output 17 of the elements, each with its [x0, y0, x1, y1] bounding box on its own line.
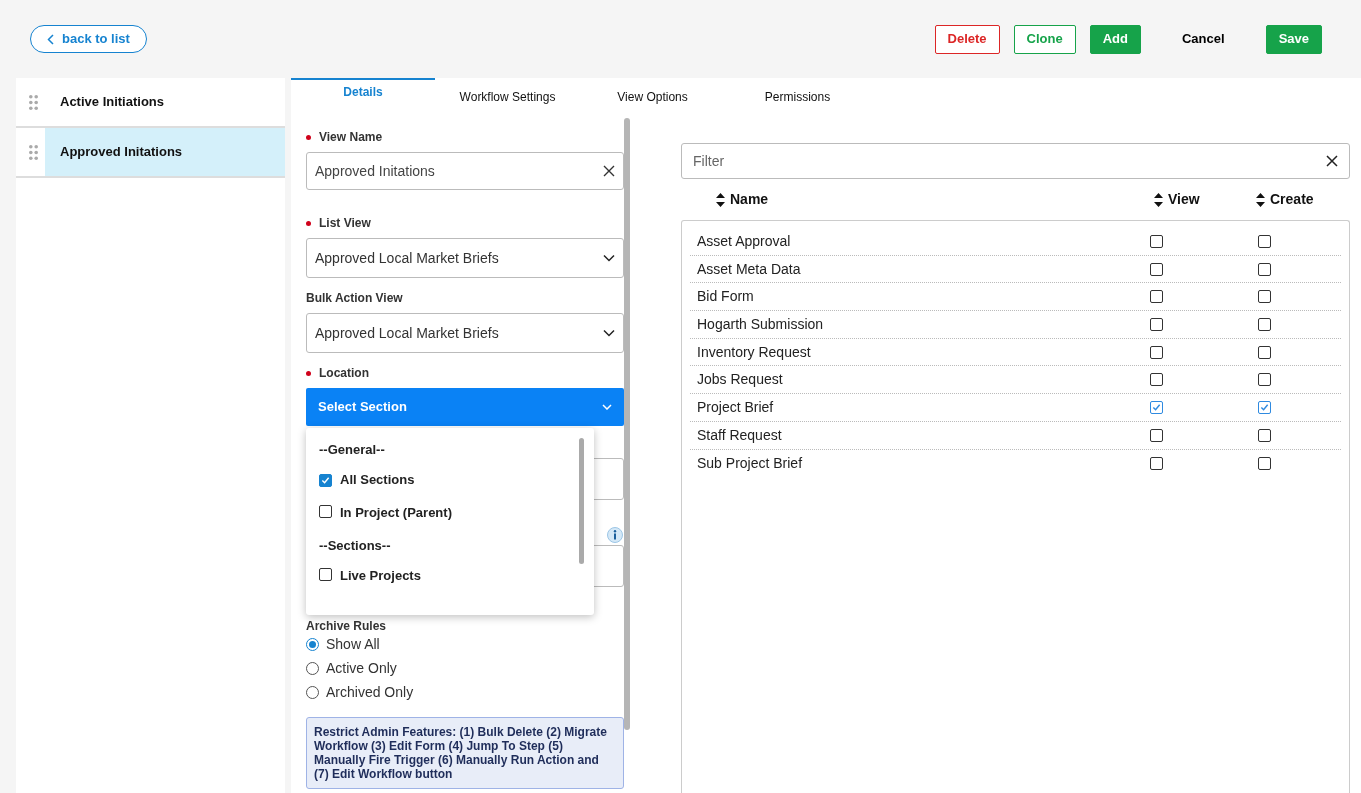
- group-label: --General--: [319, 441, 386, 459]
- group-label: --Sections--: [319, 537, 392, 555]
- field-label: View Name: [319, 129, 383, 146]
- field-label: Archive Rules: [306, 619, 387, 633]
- table-cell-text: Project Brief: [696, 397, 775, 417]
- table-cell-text: Jobs Request: [696, 370, 784, 390]
- field-label: List View: [319, 215, 371, 232]
- table-cell-text: Inventory Request: [696, 342, 812, 362]
- table-cell-text: Staff Request: [696, 425, 783, 445]
- table-cell-text: Sub Project Brief: [696, 453, 804, 473]
- table-cell-text: Bid Form: [696, 287, 755, 307]
- table-cell-text: Hogarth Submission: [696, 314, 825, 334]
- table-cell-text: Asset Approval: [696, 231, 792, 251]
- notice-box: Restrict Admin Features: (1) Bulk Delete (2) Migrate Workflow (3) Edit Form (4) Jump To Step (5) Manually Fire Trigger (6) Manually Run Action and (7) Edit Workflow button: [306, 717, 624, 789]
- field-label: Location: [319, 365, 369, 382]
- field-label: Bulk Action View: [306, 290, 403, 307]
- table-cell-text: Asset Meta Data: [696, 259, 802, 279]
